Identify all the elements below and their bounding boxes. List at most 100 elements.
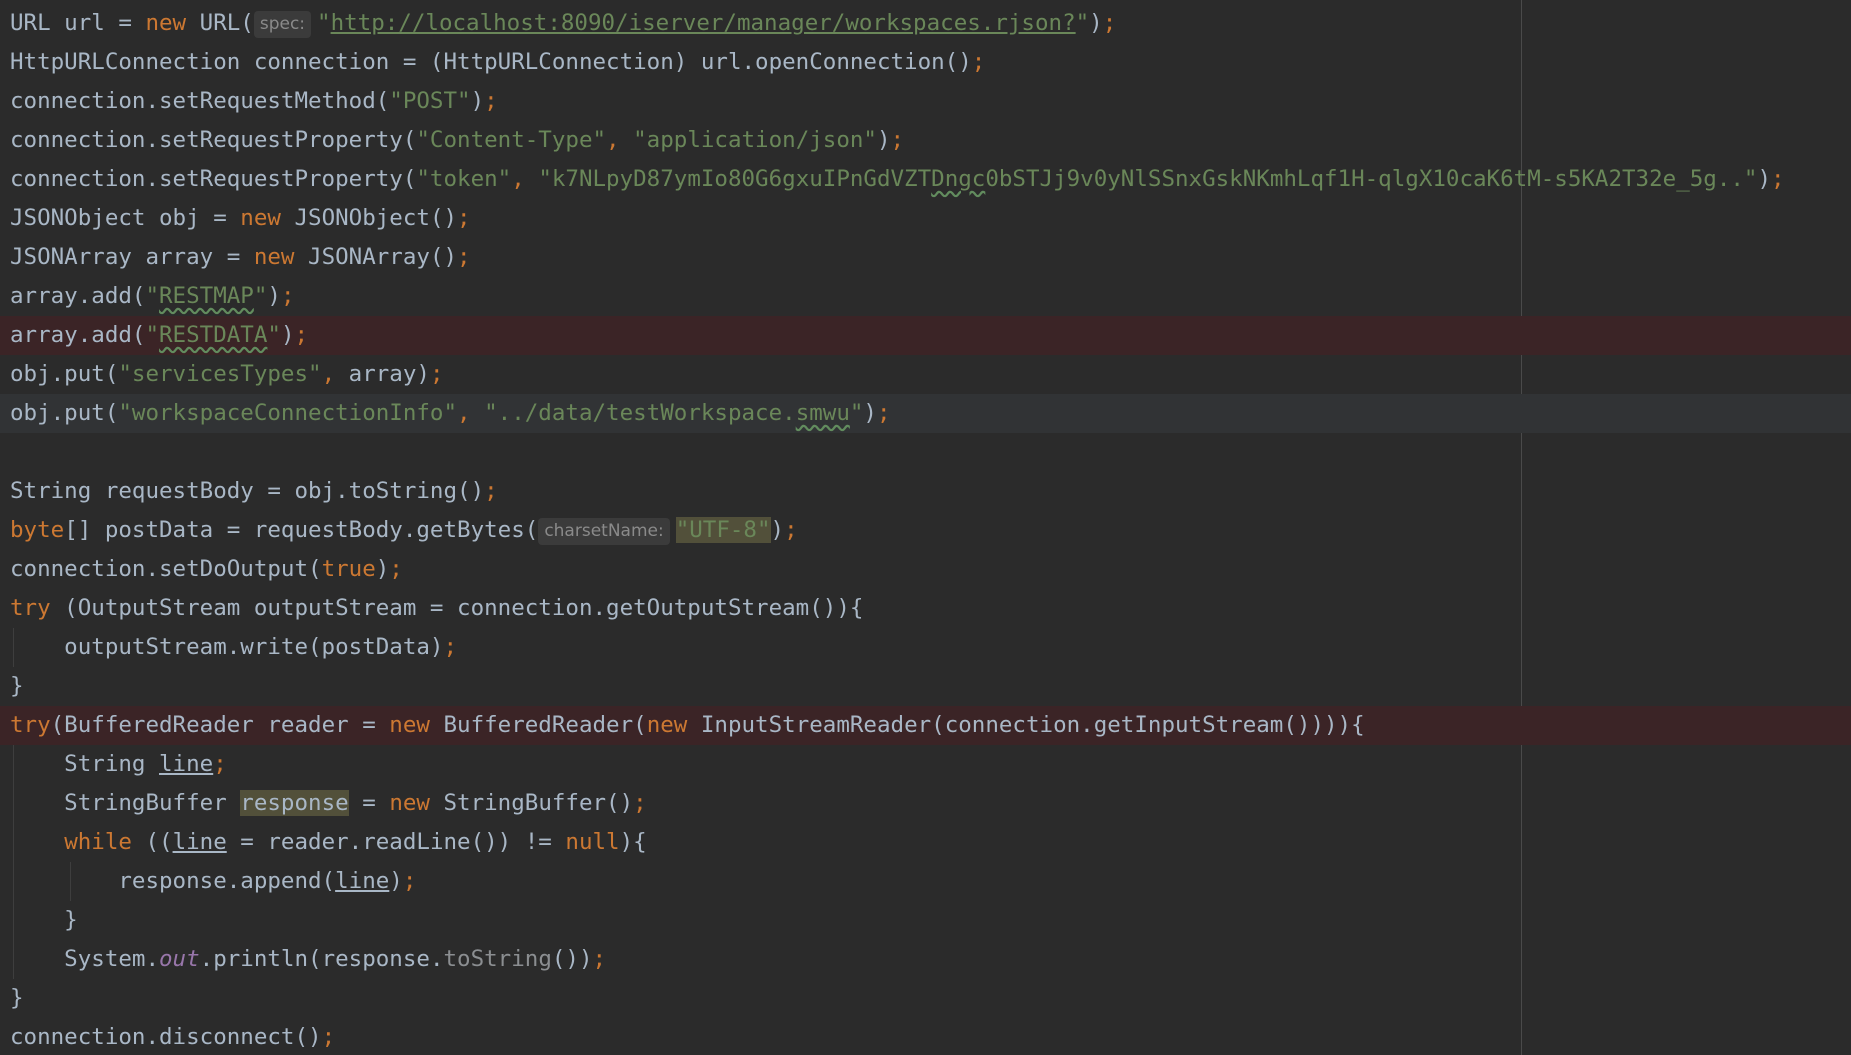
code-token: " <box>145 322 160 348</box>
code-token: JSONArray() <box>294 244 458 270</box>
code-token: ; <box>402 868 417 894</box>
code-token: connection.disconnect() <box>10 1024 322 1050</box>
indent-guide <box>13 940 14 979</box>
code-token: String <box>10 751 160 777</box>
code-line-close-brace-1[interactable]: } <box>0 667 1851 706</box>
code-line-close-brace-2[interactable]: } <box>0 979 1851 1018</box>
code-line-set-do-output[interactable]: connection.setDoOutput(true); <box>0 550 1851 589</box>
code-token: "../data/testWorkspace. <box>484 400 796 426</box>
code-token: ; <box>294 322 309 348</box>
code-token: connection.setDoOutput( <box>10 556 322 582</box>
code-line-url-decl[interactable]: URL url = new URL(spec: "http://localhost… <box>0 4 1851 43</box>
code-token: line <box>159 751 214 777</box>
code-token: RESTDATA <box>159 322 268 348</box>
code-token: "servicesTypes" <box>118 361 322 387</box>
code-line-put-services-types[interactable]: obj.put("servicesTypes", array); <box>0 355 1851 394</box>
code-line-connection-decl[interactable]: HttpURLConnection connection = (HttpURLC… <box>0 43 1851 82</box>
code-token: ; <box>443 634 458 660</box>
indent-guide <box>13 862 14 901</box>
indent-guide <box>13 784 14 823</box>
code-token: connection.setRequestMethod( <box>10 88 390 114</box>
code-token: ; <box>457 244 471 270</box>
code-token: } <box>10 673 24 699</box>
code-token: = <box>348 790 390 816</box>
code-token: obj.put( <box>10 400 119 426</box>
code-token: ; <box>784 517 798 543</box>
code-line-blank[interactable] <box>0 433 1851 472</box>
code-line-try-buffered-reader[interactable]: try(BufferedReader reader = new Buffered… <box>0 706 1851 745</box>
code-token: "k7NLpyD87ymIo80G6gxuIPnGdVZT <box>538 166 932 192</box>
code-token: ) <box>280 322 295 348</box>
code-token: "workspaceConnectionInfo" <box>118 400 458 426</box>
code-token: InputStreamReader(connection.getInputStr… <box>687 712 1365 738</box>
code-line-output-stream-write[interactable]: outputStream.write(postData); <box>0 628 1851 667</box>
code-line-request-body-decl[interactable]: String requestBody = obj.toString(); <box>0 472 1851 511</box>
code-line-set-content-type[interactable]: connection.setRequestProperty("Content-T… <box>0 121 1851 160</box>
code-token: JSONObject() <box>280 205 458 231</box>
code-token: array) <box>348 361 430 387</box>
code-line-while-read-line[interactable]: while ((line = reader.readLine()) != nul… <box>0 823 1851 862</box>
code-line-set-method[interactable]: connection.setRequestMethod("POST"); <box>0 82 1851 121</box>
code-token: try <box>10 712 51 738</box>
code-line-try-output-stream[interactable]: try (OutputStream outputStream = connect… <box>0 589 1851 628</box>
code-token: new <box>145 10 187 36</box>
code-token: ; <box>389 556 403 582</box>
code-token: array.add( <box>10 322 146 348</box>
code-token: "POST" <box>389 88 471 114</box>
code-line-set-token[interactable]: connection.setRequestProperty("token", "… <box>0 160 1851 199</box>
code-line-response-append[interactable]: response.append(line); <box>0 862 1851 901</box>
code-line-array-decl[interactable]: JSONArray array = new JSONArray(); <box>0 238 1851 277</box>
code-line-close-brace-while[interactable]: } <box>0 901 1851 940</box>
code-line-response-decl[interactable]: StringBuffer response = new StringBuffer… <box>0 784 1851 823</box>
indent-guide <box>70 862 71 901</box>
code-line-connection-disconnect[interactable]: connection.disconnect(); <box>0 1018 1851 1055</box>
code-token: try <box>10 595 51 621</box>
code-line-obj-decl[interactable]: JSONObject obj = new JSONObject(); <box>0 199 1851 238</box>
code-token: http://localhost:8090/iserver/manager/wo… <box>330 10 1076 36</box>
code-token: (BufferedReader reader = <box>50 712 390 738</box>
code-area[interactable]: URL url = new URL(spec: "http://localhost… <box>0 4 1851 1055</box>
code-token: .println(response. <box>199 946 444 972</box>
code-token: out <box>159 946 200 972</box>
code-line-array-add-restdata[interactable]: array.add("RESTDATA"); <box>0 316 1851 355</box>
code-editor[interactable]: URL url = new URL(spec: "http://localhost… <box>0 0 1851 1055</box>
code-token: ()) <box>551 946 593 972</box>
code-token: StringBuffer() <box>429 790 634 816</box>
code-token: ; <box>484 88 498 114</box>
code-token: new <box>389 790 430 816</box>
indent-guide <box>13 901 14 940</box>
code-token: ) <box>470 88 485 114</box>
code-token: " <box>1075 10 1090 36</box>
code-token: URL url = <box>10 10 146 36</box>
code-token: System. <box>10 946 160 972</box>
code-token: ; <box>1771 166 1785 192</box>
code-line-array-add-restmap[interactable]: array.add("RESTMAP"); <box>0 277 1851 316</box>
code-token: "UTF-8" <box>675 517 771 543</box>
code-line-put-workspace-info[interactable]: obj.put("workspaceConnectionInfo", "../d… <box>0 394 1851 433</box>
code-token: ; <box>321 1024 336 1050</box>
code-token: new <box>253 244 295 270</box>
parameter-hint: charsetName: <box>538 518 670 545</box>
code-line-system-out-println[interactable]: System.out.println(response.toString()); <box>0 940 1851 979</box>
code-token: line <box>172 829 227 855</box>
code-line-post-data-decl[interactable]: byte[] postData = requestBody.getBytes(c… <box>0 511 1851 550</box>
code-token: line <box>335 868 390 894</box>
code-token: URL( <box>186 10 254 36</box>
code-token: toString <box>443 946 552 972</box>
code-token: response.append( <box>10 868 336 894</box>
code-token: (OutputStream outputStream = connection.… <box>50 595 864 621</box>
code-token: ) <box>770 517 785 543</box>
code-token: 0bSTJj9v0yNlSSnxGskNKmhLqf1H-qlgX10caK6t… <box>985 166 1758 192</box>
code-token: , <box>457 400 485 426</box>
code-token: ) <box>863 400 877 426</box>
code-token: ; <box>633 790 647 816</box>
code-token: ; <box>457 205 471 231</box>
code-line-line-decl[interactable]: String line; <box>0 745 1851 784</box>
code-token: ; <box>1102 10 1117 36</box>
code-token: new <box>389 712 430 738</box>
code-token: byte <box>10 517 65 543</box>
code-token: " <box>253 283 268 309</box>
code-token: String requestBody = obj.toString() <box>10 478 485 504</box>
code-token: array.add( <box>10 283 146 309</box>
